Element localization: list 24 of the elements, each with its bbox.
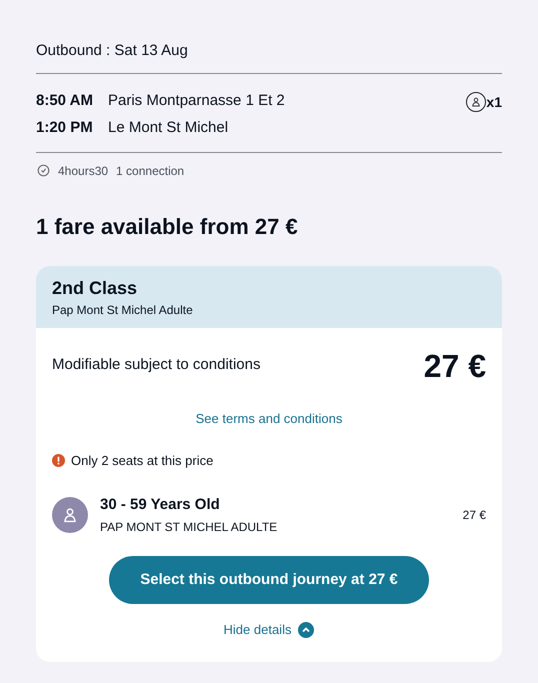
seats-warning: Only 2 seats at this price (71, 452, 214, 470)
fares-title: 1 fare available from 27 € (36, 212, 299, 240)
stop-time: 1:20 PM (36, 118, 94, 136)
select-journey-button[interactable]: Select this outbound journey at 27 € (109, 556, 429, 604)
station-name: Le Mont St Michel (108, 118, 228, 136)
traveller-avatar-icon (52, 496, 88, 533)
duration: 4hours30 (58, 162, 108, 180)
fare-conditions: Modifiable subject to conditions (52, 355, 260, 376)
passenger-icon (466, 92, 486, 112)
stop-time: 8:50 AM (36, 92, 94, 110)
outbound-heading: Outbound : Sat 13 Aug (36, 40, 502, 74)
terms-link[interactable]: See terms and conditions (196, 408, 342, 428)
warning-icon (52, 454, 65, 468)
traveller-price: 27 € (462, 506, 486, 524)
passenger-count: x1 (486, 92, 502, 112)
details-toggle[interactable]: Hide details (224, 620, 314, 640)
chevron-up-icon (298, 622, 314, 638)
traveller-age: 30 - 59 Years Old (100, 494, 221, 514)
fare-class: 2nd Class (52, 276, 138, 298)
connections: 1 connection (116, 162, 184, 180)
traveller-tariff: PAP MONT ST MICHEL ADULTE (100, 519, 278, 536)
station-name: Paris Montparnasse 1 Et 2 (108, 92, 285, 110)
fare-name: Pap Mont St Michel Adulte (52, 302, 194, 318)
fare-price: 27 € (424, 346, 486, 386)
